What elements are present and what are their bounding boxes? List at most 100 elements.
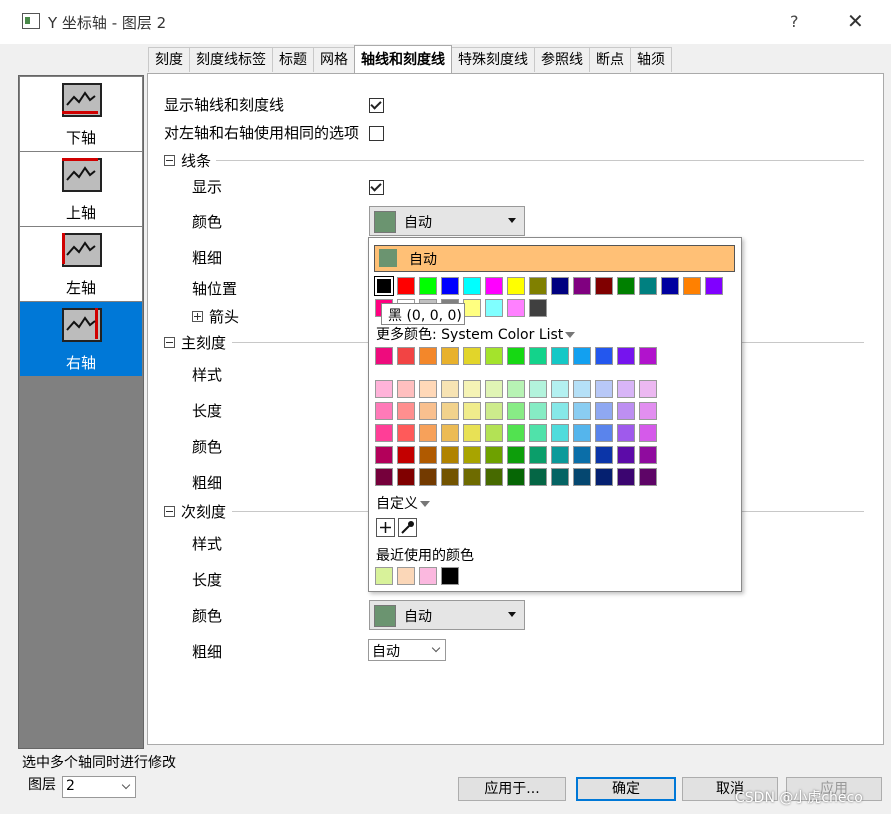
color-swatch[interactable] <box>507 299 525 317</box>
color-swatch[interactable] <box>419 380 437 398</box>
color-swatch[interactable] <box>374 276 394 296</box>
color-swatch[interactable] <box>639 468 657 486</box>
color-swatch[interactable] <box>507 468 525 486</box>
color-swatch[interactable] <box>397 347 415 365</box>
help-button[interactable]: ? <box>790 12 799 31</box>
color-swatch[interactable] <box>375 402 393 420</box>
color-swatch[interactable] <box>551 446 569 464</box>
color-swatch[interactable] <box>397 277 415 295</box>
color-swatch[interactable] <box>485 424 503 442</box>
collapse-icon[interactable] <box>164 506 175 517</box>
tab-scale[interactable]: 刻度 <box>148 47 190 72</box>
minor-color-dropdown[interactable]: 自动 <box>369 600 525 630</box>
more-colors-dropdown[interactable]: 更多颜色: System Color List <box>376 324 576 344</box>
axis-item-bottom[interactable]: 下轴 <box>20 77 142 151</box>
add-color-icon[interactable] <box>376 518 395 537</box>
color-swatch[interactable] <box>617 468 635 486</box>
color-swatch[interactable] <box>463 402 481 420</box>
color-swatch[interactable] <box>639 347 657 365</box>
color-swatch[interactable] <box>441 468 459 486</box>
color-swatch[interactable] <box>595 402 613 420</box>
color-swatch[interactable] <box>529 446 547 464</box>
color-swatch[interactable] <box>441 424 459 442</box>
collapse-icon[interactable] <box>164 337 175 348</box>
color-swatch[interactable] <box>397 424 415 442</box>
eyedropper-icon[interactable] <box>398 518 417 537</box>
color-swatch[interactable] <box>573 402 591 420</box>
color-swatch[interactable] <box>551 402 569 420</box>
axis-item-top[interactable]: 上轴 <box>20 152 142 226</box>
recent-color-swatch[interactable] <box>441 567 459 585</box>
color-swatch[interactable] <box>419 347 437 365</box>
color-swatch[interactable] <box>595 277 613 295</box>
color-swatch[interactable] <box>573 277 591 295</box>
color-swatch[interactable] <box>419 424 437 442</box>
color-swatch[interactable] <box>485 402 503 420</box>
ok-button[interactable]: 确定 <box>576 777 676 801</box>
apply-to-button[interactable]: 应用于... <box>458 777 566 801</box>
close-icon[interactable]: ✕ <box>847 9 864 33</box>
color-swatch[interactable] <box>529 402 547 420</box>
collapse-icon[interactable] <box>164 155 175 166</box>
color-swatch[interactable] <box>397 468 415 486</box>
color-swatch[interactable] <box>639 424 657 442</box>
custom-colors-dropdown[interactable]: 自定义 <box>376 493 430 513</box>
color-swatch[interactable] <box>551 347 569 365</box>
color-swatch[interactable] <box>463 299 481 317</box>
color-swatch[interactable] <box>507 347 525 365</box>
color-swatch[interactable] <box>705 277 723 295</box>
color-swatch[interactable] <box>485 299 503 317</box>
color-swatch[interactable] <box>639 402 657 420</box>
color-swatch[interactable] <box>573 424 591 442</box>
color-swatch[interactable] <box>485 277 503 295</box>
color-swatch[interactable] <box>419 468 437 486</box>
recent-color-swatch[interactable] <box>419 567 437 585</box>
color-swatch[interactable] <box>463 380 481 398</box>
axis-item-right[interactable]: 右轴 <box>20 302 142 376</box>
recent-color-swatch[interactable] <box>375 567 393 585</box>
color-swatch[interactable] <box>639 277 657 295</box>
minor-group-header[interactable]: 次刻度 <box>164 501 226 522</box>
line-color-dropdown[interactable]: 自动 <box>369 206 525 236</box>
tab-grid[interactable]: 网格 <box>313 47 355 72</box>
color-swatch[interactable] <box>573 380 591 398</box>
color-swatch[interactable] <box>485 347 503 365</box>
color-swatch[interactable] <box>595 380 613 398</box>
line-show-checkbox[interactable] <box>369 180 384 195</box>
color-swatch[interactable] <box>463 424 481 442</box>
color-swatch[interactable] <box>595 446 613 464</box>
color-swatch[interactable] <box>551 277 569 295</box>
color-swatch[interactable] <box>463 446 481 464</box>
color-swatch[interactable] <box>463 277 481 295</box>
color-swatch[interactable] <box>529 347 547 365</box>
color-swatch[interactable] <box>441 446 459 464</box>
color-swatch[interactable] <box>375 468 393 486</box>
auto-color-option[interactable]: 自动 <box>374 245 735 272</box>
color-swatch[interactable] <box>507 277 525 295</box>
color-swatch[interactable] <box>485 380 503 398</box>
color-swatch[interactable] <box>639 446 657 464</box>
color-swatch[interactable] <box>617 380 635 398</box>
color-swatch[interactable] <box>551 424 569 442</box>
tab-breaks[interactable]: 断点 <box>589 47 631 72</box>
tab-title[interactable]: 标题 <box>272 47 314 72</box>
axis-item-left[interactable]: 左轴 <box>20 227 142 301</box>
color-swatch[interactable] <box>661 277 679 295</box>
color-swatch[interactable] <box>529 468 547 486</box>
color-swatch[interactable] <box>529 424 547 442</box>
color-swatch[interactable] <box>441 380 459 398</box>
color-swatch[interactable] <box>573 446 591 464</box>
color-swatch[interactable] <box>375 380 393 398</box>
color-swatch[interactable] <box>485 468 503 486</box>
color-swatch[interactable] <box>507 402 525 420</box>
same-options-checkbox[interactable] <box>369 126 384 141</box>
color-swatch[interactable] <box>397 446 415 464</box>
tab-tick-labels[interactable]: 刻度线标签 <box>189 47 273 72</box>
color-swatch[interactable] <box>507 446 525 464</box>
color-swatch[interactable] <box>375 446 393 464</box>
color-swatch[interactable] <box>463 468 481 486</box>
color-swatch[interactable] <box>485 446 503 464</box>
color-swatch[interactable] <box>419 277 437 295</box>
color-swatch[interactable] <box>463 347 481 365</box>
color-swatch[interactable] <box>397 402 415 420</box>
